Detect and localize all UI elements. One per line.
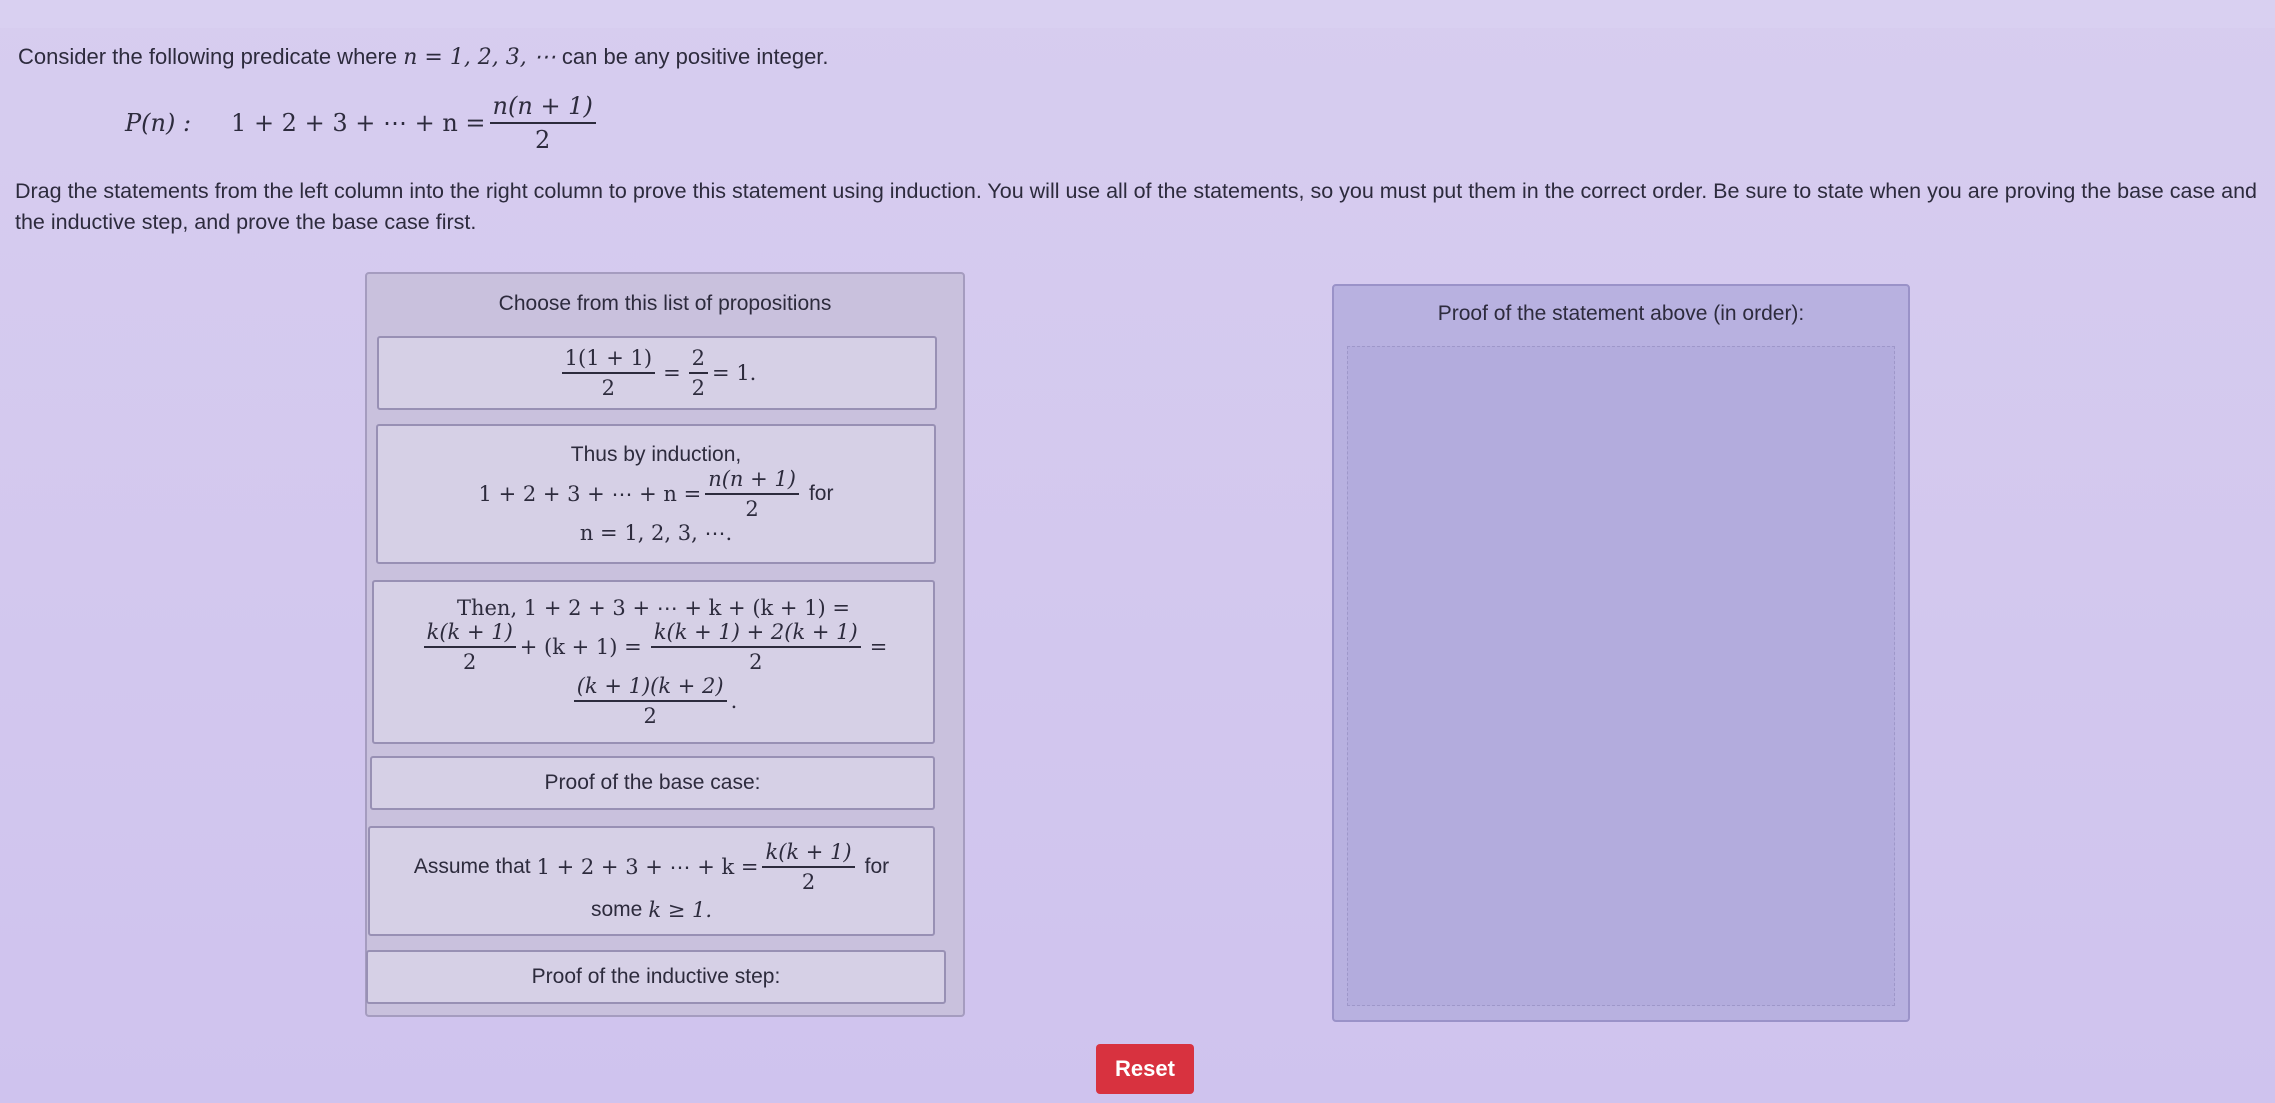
proposition-card-inductive-step-label[interactable]: Proof of the inductive step: xyxy=(366,950,946,1004)
proposition-card-base-case-label[interactable]: Proof of the base case: xyxy=(370,756,935,810)
predicate-formula: P(n) : 1 + 2 + 3 + ⋯ + n = n(n + 1) 2 xyxy=(125,92,600,154)
proposition-card-conclusion[interactable]: Thus by induction, 1 + 2 + 3 + ⋯ + n = n… xyxy=(376,424,936,564)
instructions-text: Drag the statements from the left column… xyxy=(15,179,2257,235)
reset-button[interactable]: Reset xyxy=(1096,1044,1194,1094)
predicate-label: P(n) : xyxy=(125,109,192,137)
proposition-card-inductive-calc[interactable]: Then, 1 + 2 + 3 + ⋯ + k + (k + 1) = k(k … xyxy=(372,580,935,744)
predicate-fraction: n(n + 1) 2 xyxy=(489,92,596,154)
predicate-lhs: 1 + 2 + 3 + ⋯ + n = xyxy=(231,109,486,137)
intro-math: n = 1, 2, 3, ⋯ xyxy=(403,45,556,70)
top-bar xyxy=(0,0,2275,28)
proposition-card-base-calc[interactable]: 1(1 + 1) 2 = 2 2 = 1. xyxy=(377,336,937,410)
proof-drop-zone[interactable] xyxy=(1347,346,1895,1006)
proof-panel-title: Proof of the statement above (in order): xyxy=(1437,302,1805,325)
proof-answer-panel: Proof of the statement above (in order): xyxy=(1332,284,1910,1022)
question-text: Consider the following predicate where n… xyxy=(18,40,2248,75)
propositions-title: Choose from this list of propositions xyxy=(498,292,832,315)
propositions-list: Choose from this list of propositions 1(… xyxy=(365,272,965,1017)
proposition-card-assumption[interactable]: Assume that 1 + 2 + 3 + ⋯ + k = k(k + 1)… xyxy=(368,826,935,936)
question-intro: Consider the following predicate where n… xyxy=(18,44,829,70)
